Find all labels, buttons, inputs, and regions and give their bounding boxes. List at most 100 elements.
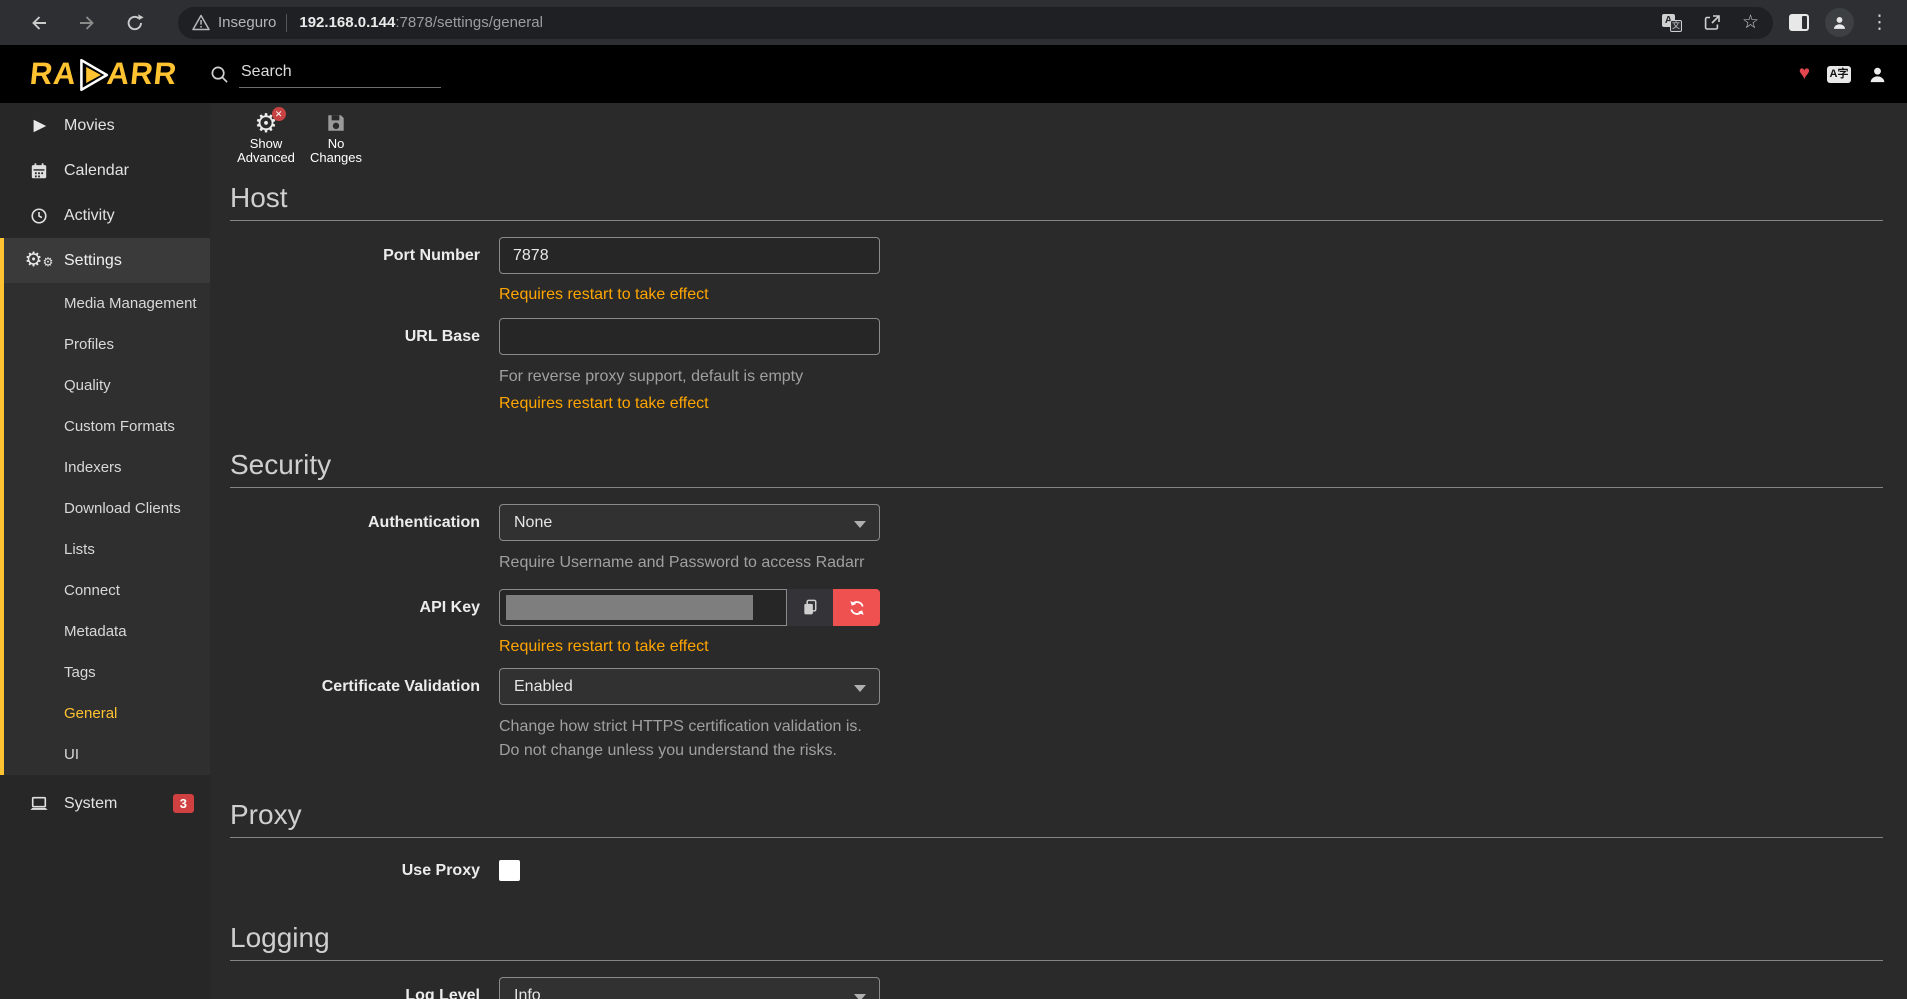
api-key-input[interactable]	[499, 589, 787, 626]
url-base-input[interactable]	[499, 318, 880, 355]
chevron-down-icon	[854, 521, 866, 528]
port-number-input[interactable]	[499, 237, 880, 274]
security-section: Security Authentication None Require Use…	[230, 449, 1883, 763]
logo-text-left: RA	[28, 56, 79, 92]
url-bar[interactable]: Inseguro 192.168.0.144 :7878/settings/ge…	[178, 7, 1773, 39]
url-host: 192.168.0.144	[299, 14, 395, 31]
url-path: :7878/settings/general	[395, 14, 543, 31]
section-divider	[230, 837, 1883, 838]
browser-reload-button[interactable]	[118, 6, 152, 40]
translate-icon[interactable]: A字	[1827, 66, 1851, 83]
sidebar-item-tags[interactable]: Tags	[4, 652, 210, 693]
browser-profile-avatar[interactable]	[1825, 8, 1854, 37]
sidebar-item-custom-formats[interactable]: Custom Formats	[4, 406, 210, 447]
sidebar-item-activity[interactable]: Activity	[0, 193, 210, 238]
section-title-host: Host	[230, 182, 1883, 214]
settings-content: ⚙ ✕ Show Advanced No Changes Ho	[210, 103, 1907, 999]
certificate-validation-help: Change how strict HTTPS certification va…	[499, 715, 880, 763]
reload-icon	[125, 13, 145, 33]
sidebar: Movies Calendar Activity ⚙⚙ Settings Med…	[0, 103, 210, 999]
browser-forward-button[interactable]	[70, 6, 104, 40]
port-number-label: Port Number	[230, 237, 480, 304]
url-base-label: URL Base	[230, 318, 480, 413]
sidebar-item-quality[interactable]: Quality	[4, 365, 210, 406]
logo-text-right: ARR	[105, 56, 179, 92]
browser-menu-icon[interactable]: ⋮	[1870, 18, 1889, 28]
sidebar-item-calendar[interactable]: Calendar	[0, 148, 210, 193]
sidebar-item-media-management[interactable]: Media Management	[4, 283, 210, 324]
log-level-row: Log Level Info	[230, 977, 1883, 999]
chevron-down-icon	[854, 994, 866, 999]
api-key-label: API Key	[230, 589, 480, 656]
laptop-icon	[28, 795, 50, 813]
authentication-select[interactable]: None	[499, 504, 880, 541]
sidebar-item-indexers[interactable]: Indexers	[4, 447, 210, 488]
person-icon	[1831, 14, 1848, 31]
port-number-row: Port Number Requires restart to take eff…	[230, 237, 1883, 304]
section-title-security: Security	[230, 449, 1883, 481]
sidebar-item-lists[interactable]: Lists	[4, 529, 210, 570]
search-input[interactable]	[239, 61, 441, 88]
side-panel-icon[interactable]	[1789, 14, 1809, 31]
logging-section: Logging Log Level Info	[230, 922, 1883, 999]
sidebar-item-metadata[interactable]: Metadata	[4, 611, 210, 652]
section-divider	[230, 220, 1883, 221]
copy-api-key-button[interactable]	[787, 589, 833, 626]
sidebar-item-system[interactable]: System 3	[0, 781, 210, 826]
sidebar-item-label: Calendar	[64, 162, 129, 180]
api-key-hidden-value	[506, 595, 753, 620]
play-icon	[28, 117, 50, 135]
log-level-select[interactable]: Info	[499, 977, 880, 999]
url-base-row: URL Base For reverse proxy support, defa…	[230, 318, 1883, 413]
api-key-row: API Key	[230, 589, 1883, 656]
sidebar-item-label: System	[64, 795, 117, 813]
authentication-label: Authentication	[230, 504, 480, 575]
donate-heart-icon[interactable]: ♥	[1799, 63, 1810, 85]
radarr-logo[interactable]: RA ARR	[0, 56, 210, 92]
sidebar-settings-group: ⚙⚙ Settings Media Management Profiles Qu…	[0, 238, 210, 775]
calendar-icon	[28, 162, 50, 180]
show-advanced-button[interactable]: ⚙ ✕ Show Advanced	[236, 109, 296, 165]
sidebar-item-download-clients[interactable]: Download Clients	[4, 488, 210, 529]
advanced-gear-icon: ⚙ ✕	[254, 109, 277, 137]
sidebar-item-movies[interactable]: Movies	[0, 103, 210, 148]
back-arrow-icon	[29, 13, 49, 33]
url-divider	[286, 14, 287, 32]
advanced-off-badge: ✕	[272, 107, 286, 121]
restart-warning: Requires restart to take effect	[499, 395, 880, 413]
sidebar-item-settings[interactable]: ⚙⚙ Settings	[4, 238, 210, 283]
sidebar-item-profiles[interactable]: Profiles	[4, 324, 210, 365]
section-divider	[230, 960, 1883, 961]
certificate-validation-select[interactable]: Enabled	[499, 668, 880, 705]
certificate-validation-value: Enabled	[514, 678, 573, 696]
translate-page-icon[interactable]: A文	[1662, 14, 1682, 32]
radarr-header: RA ARR ♥ A字	[0, 45, 1907, 103]
settings-toolbar: ⚙ ✕ Show Advanced No Changes	[210, 103, 1907, 160]
restart-warning: Requires restart to take effect	[499, 286, 880, 304]
chevron-down-icon	[854, 685, 866, 692]
share-icon[interactable]	[1702, 13, 1722, 32]
sidebar-item-ui[interactable]: UI	[4, 734, 210, 775]
copy-icon	[801, 598, 820, 617]
certificate-validation-label: Certificate Validation	[230, 668, 480, 763]
account-person-icon[interactable]	[1868, 65, 1887, 84]
certificate-validation-row: Certificate Validation Enabled Change ho…	[230, 668, 1883, 763]
log-level-value: Info	[514, 987, 541, 999]
sidebar-item-connect[interactable]: Connect	[4, 570, 210, 611]
save-changes-button[interactable]: No Changes	[306, 109, 366, 165]
save-floppy-icon	[325, 109, 347, 137]
bookmark-star-icon[interactable]: ☆	[1742, 11, 1759, 34]
system-health-badge: 3	[173, 794, 194, 813]
authentication-row: Authentication None Require Username and…	[230, 504, 1883, 575]
proxy-section: Proxy Use Proxy	[230, 799, 1883, 882]
search-bar	[210, 61, 441, 88]
api-key-group	[499, 589, 880, 626]
section-title-proxy: Proxy	[230, 799, 1883, 831]
sidebar-item-general[interactable]: General	[4, 693, 210, 734]
security-status-label: Inseguro	[218, 14, 276, 31]
radarr-play-icon	[74, 57, 110, 93]
regenerate-api-key-button[interactable]	[833, 589, 880, 626]
browser-back-button[interactable]	[22, 6, 56, 40]
use-proxy-checkbox[interactable]	[499, 860, 520, 881]
refresh-icon	[848, 599, 866, 617]
